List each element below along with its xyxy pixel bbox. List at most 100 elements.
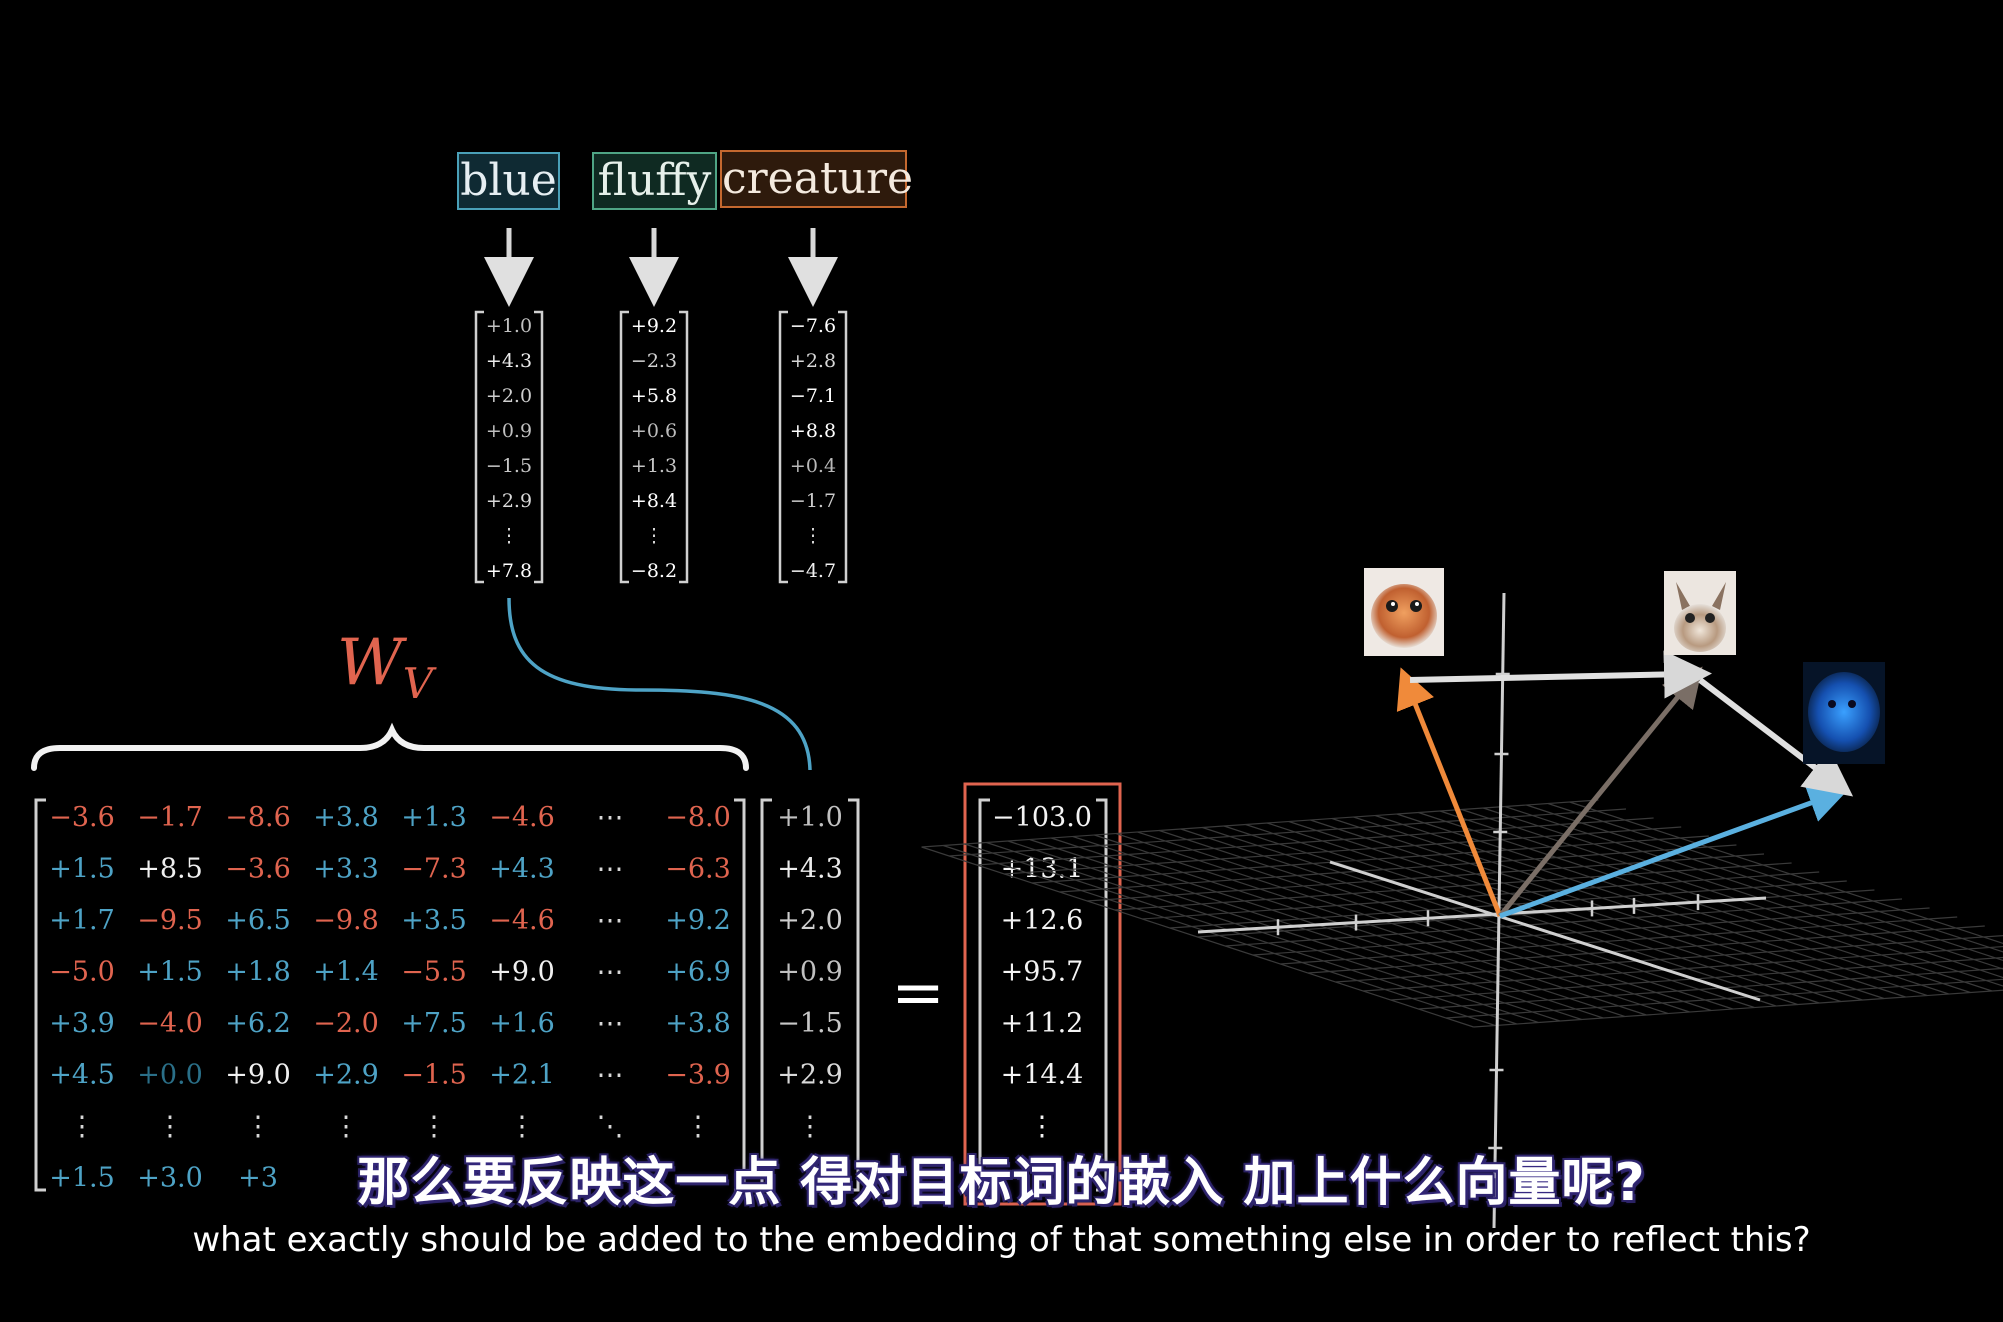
output-value: +11.2 bbox=[1001, 1008, 1084, 1039]
grid-line bbox=[1267, 822, 1820, 1004]
embedding-value: +2.9 bbox=[486, 490, 532, 512]
token-arrows bbox=[484, 228, 838, 307]
embedding-value: +0.9 bbox=[486, 420, 532, 442]
matrix-cell: −4.0 bbox=[137, 1008, 203, 1039]
matrix-cell: −1.5 bbox=[401, 1060, 467, 1091]
connection-curve bbox=[507, 597, 812, 771]
matrix-cell: −3.6 bbox=[49, 802, 115, 833]
matrix-cell: +6.2 bbox=[225, 1008, 291, 1039]
matrix-cell: −4.6 bbox=[489, 802, 555, 833]
matrix-cell: ⋮ bbox=[69, 1111, 96, 1142]
blue-fluffy-creature-image bbox=[1803, 662, 1885, 764]
grid-line bbox=[921, 846, 1474, 1028]
grid-line bbox=[1094, 834, 1647, 1016]
equals-sign: = bbox=[891, 956, 945, 1030]
matrix-cell: +8.5 bbox=[137, 854, 203, 885]
embedding-value: −8.2 bbox=[631, 560, 677, 582]
input-value: +2.9 bbox=[777, 1060, 843, 1091]
matrix-cell: +1.4 bbox=[313, 957, 379, 988]
matrix-cell: +3.9 bbox=[49, 1008, 115, 1039]
matrix-cell: +9.0 bbox=[489, 957, 555, 988]
grid-line bbox=[1180, 828, 1733, 1010]
embedding-value: +5.8 bbox=[631, 385, 677, 407]
matrix-cell: ⋮ bbox=[245, 1111, 272, 1142]
embedding-value: +0.4 bbox=[790, 455, 836, 477]
embedding-value: +8.8 bbox=[790, 420, 836, 442]
embedding-value: +7.8 bbox=[486, 560, 532, 582]
embedding-vectors: +1.0 +4.3 +2.0 +0.9 −1.5 +2.9 ⋮ +7.8 +9.2 −2.3 +5.… bbox=[486, 315, 836, 582]
input-value: ⋮ bbox=[797, 1111, 824, 1142]
matrix-cell: +9.0 bbox=[225, 1060, 291, 1091]
output-value: +12.6 bbox=[1001, 905, 1084, 936]
matrix-cell: ⋯ bbox=[597, 1008, 624, 1039]
embedding-value: −1.7 bbox=[790, 490, 836, 512]
matrix-cell: +9.2 bbox=[665, 905, 731, 936]
embedding-value: +0.6 bbox=[631, 420, 677, 442]
matrix-cell: +2.9 bbox=[313, 1060, 379, 1091]
diagram-canvas: +1.0 +4.3 +2.0 +0.9 −1.5 +2.9 ⋮ +7.8 +9.2 −2.3 +5.… bbox=[31, 228, 2003, 1229]
matrix-cell: ⋯ bbox=[597, 802, 624, 833]
embedding-value: +8.4 bbox=[631, 490, 677, 512]
matrix-cell: +3.8 bbox=[665, 1008, 731, 1039]
matrix-cell: +1.8 bbox=[225, 957, 291, 988]
embedding-value: −1.5 bbox=[486, 455, 532, 477]
grid-line bbox=[1115, 832, 1669, 1015]
matrix-cell: ⋯ bbox=[597, 905, 624, 936]
matrix-label: WV bbox=[337, 626, 437, 708]
input-vector: +1.0 +4.3 +2.0 +0.9 −1.5 +2.9 ⋮ bbox=[777, 802, 843, 1142]
fluffy-creature-image bbox=[1664, 571, 1736, 655]
matrix-cell: ⋯ bbox=[597, 957, 624, 988]
matrix-cell: +1.5 bbox=[49, 854, 115, 885]
matrix-cell: ⋯ bbox=[597, 1060, 624, 1091]
matrix-cell: −5.0 bbox=[49, 957, 115, 988]
embedding-value: −7.1 bbox=[790, 385, 836, 407]
matrix-cell: −1.7 bbox=[137, 802, 203, 833]
matrix-cell: +3.5 bbox=[401, 905, 467, 936]
grid-line bbox=[1245, 823, 1798, 1006]
matrix-cell: −9.8 bbox=[313, 905, 379, 936]
matrix-cell: −4.6 bbox=[489, 905, 555, 936]
output-value: ⋮ bbox=[1029, 1111, 1056, 1142]
matrix-cell: +6.5 bbox=[225, 905, 291, 936]
embedding-value: +4.3 bbox=[486, 350, 532, 372]
matrix-values: −3.6 −1.7 −8.6 +3.8 +1.3 −4.6 ⋯ −8.0 +1.5 +8.5 −3.… bbox=[49, 802, 731, 1194]
orange-creature-image bbox=[1364, 568, 1444, 656]
embedding-value: +2.8 bbox=[790, 350, 836, 372]
grid-line bbox=[1390, 956, 2003, 1001]
matrix-cell: +0.0 bbox=[137, 1060, 203, 1091]
matrix-cell: +1.7 bbox=[49, 905, 115, 936]
embedding-value: ⋮ bbox=[804, 525, 823, 547]
matrix-cell: +7.5 bbox=[401, 1008, 467, 1039]
embedding-value: −2.3 bbox=[631, 350, 677, 372]
matrix-cell: +3.8 bbox=[313, 802, 379, 833]
output-value: +95.7 bbox=[1001, 957, 1084, 988]
matrix-brace bbox=[31, 722, 749, 771]
embedding-value: −7.6 bbox=[790, 315, 836, 337]
matrix-cell: ⋮ bbox=[333, 1111, 360, 1142]
matrix-cell: −7.3 bbox=[401, 854, 467, 885]
matrix-cell: −8.0 bbox=[665, 802, 731, 833]
matrix-cell: −3.9 bbox=[665, 1060, 731, 1091]
input-value: +2.0 bbox=[777, 905, 843, 936]
matrix-cell: ⋮ bbox=[421, 1111, 448, 1142]
grid-line bbox=[1007, 840, 1561, 1022]
input-value: −1.5 bbox=[777, 1008, 843, 1039]
matrix-cell: −6.3 bbox=[665, 854, 731, 885]
matrix-cell: −5.5 bbox=[401, 957, 467, 988]
3d-plot bbox=[921, 568, 2003, 1229]
matrix-cell: −3.6 bbox=[225, 854, 291, 885]
matrix-cell: +4.3 bbox=[489, 854, 555, 885]
embedding-value: −4.7 bbox=[790, 560, 836, 582]
matrix-cell: −8.6 bbox=[225, 802, 291, 833]
matrix-cell: +2.1 bbox=[489, 1060, 555, 1091]
grid-line bbox=[1526, 804, 2003, 962]
matrix-cell: +1.5 bbox=[137, 957, 203, 988]
matrix-cell: +6.9 bbox=[665, 957, 731, 988]
embedding-value: +1.3 bbox=[631, 455, 677, 477]
grid-plane bbox=[921, 799, 2003, 1028]
output-value: −103.0 bbox=[992, 802, 1092, 833]
subtitle-english: what exactly should be added to the embe… bbox=[192, 1220, 1811, 1260]
input-value: +0.9 bbox=[777, 957, 843, 988]
embedding-value: +9.2 bbox=[631, 315, 677, 337]
output-value: +14.4 bbox=[1001, 1060, 1084, 1091]
